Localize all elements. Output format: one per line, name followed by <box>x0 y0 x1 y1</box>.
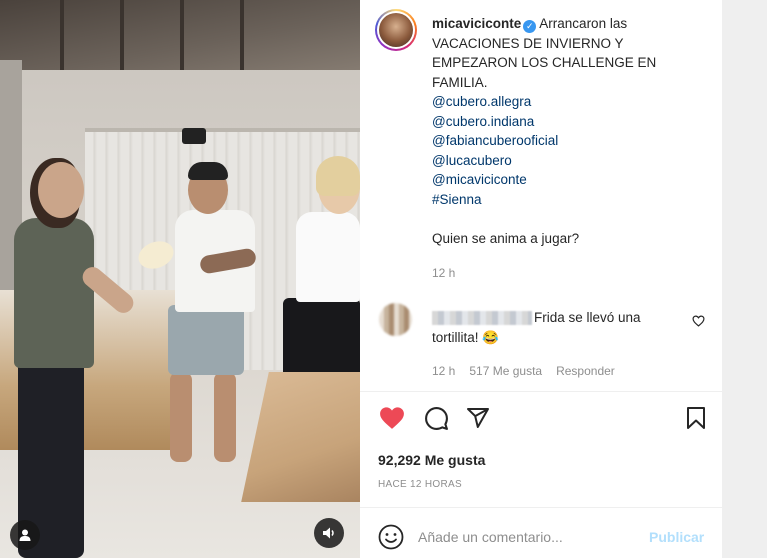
comment-text: Frida se llevó una tortillita! 😂 <box>432 310 641 345</box>
comment-meta: 12 h 517 Me gusta Responder <box>432 364 629 378</box>
divider <box>360 507 722 508</box>
post-sidebar: micaviciconte ✓ Arrancaron las VACACIONES … <box>360 0 722 558</box>
commenter-avatar-blurred[interactable] <box>379 303 412 336</box>
comment-input[interactable] <box>418 526 638 548</box>
save-icon <box>687 407 705 429</box>
verified-icon: ✓ <box>523 20 537 33</box>
heart-icon <box>380 407 404 429</box>
post-caption: micaviciconte ✓ Arrancaron las VACACIONES … <box>432 14 712 248</box>
post-video[interactable] <box>0 0 360 558</box>
comment-likes[interactable]: 517 Me gusta <box>469 364 542 378</box>
mention-link[interactable]: @lucacubero <box>432 151 712 171</box>
caption-question: Quien se anima a jugar? <box>432 230 580 246</box>
publish-button[interactable]: Publicar <box>649 529 704 545</box>
share-icon <box>467 408 489 428</box>
comment-icon <box>424 406 448 430</box>
emoji-icon <box>378 524 404 550</box>
comment-time[interactable]: 12 h <box>432 364 455 378</box>
user-tag-button[interactable] <box>10 520 40 550</box>
instagram-post-frame: micaviciconte ✓ Arrancaron las VACACIONES … <box>0 0 767 558</box>
sound-icon <box>323 527 334 539</box>
hashtag-link[interactable]: #Sienna <box>432 190 712 210</box>
mention-link[interactable]: @micaviciconte <box>432 170 712 190</box>
reply-button[interactable]: Responder <box>556 364 615 378</box>
avatar[interactable] <box>375 9 417 51</box>
mention-link[interactable]: @cubero.indiana <box>432 112 712 132</box>
like-button[interactable] <box>378 404 406 432</box>
caption-timestamp[interactable]: 12 h <box>432 266 455 280</box>
page-background <box>722 0 767 558</box>
user-tag-icon <box>19 529 31 541</box>
divider <box>360 391 722 392</box>
comment-heart-icon <box>692 315 705 327</box>
comment-like-button[interactable] <box>692 315 705 330</box>
mention-link[interactable]: @cubero.allegra <box>432 92 712 112</box>
post-username[interactable]: micaviciconte <box>432 16 521 31</box>
post-actions <box>376 404 710 434</box>
likes-count[interactable]: 92,292 Me gusta <box>378 452 485 468</box>
sound-button[interactable] <box>314 518 344 548</box>
save-button[interactable] <box>682 404 710 432</box>
post-time[interactable]: HACE 12 HORAS <box>378 479 462 490</box>
share-button[interactable] <box>464 404 492 432</box>
emoji-button[interactable] <box>378 524 404 550</box>
mention-link[interactable]: @fabiancuberooficial <box>432 131 712 151</box>
comment-button[interactable] <box>422 404 450 432</box>
